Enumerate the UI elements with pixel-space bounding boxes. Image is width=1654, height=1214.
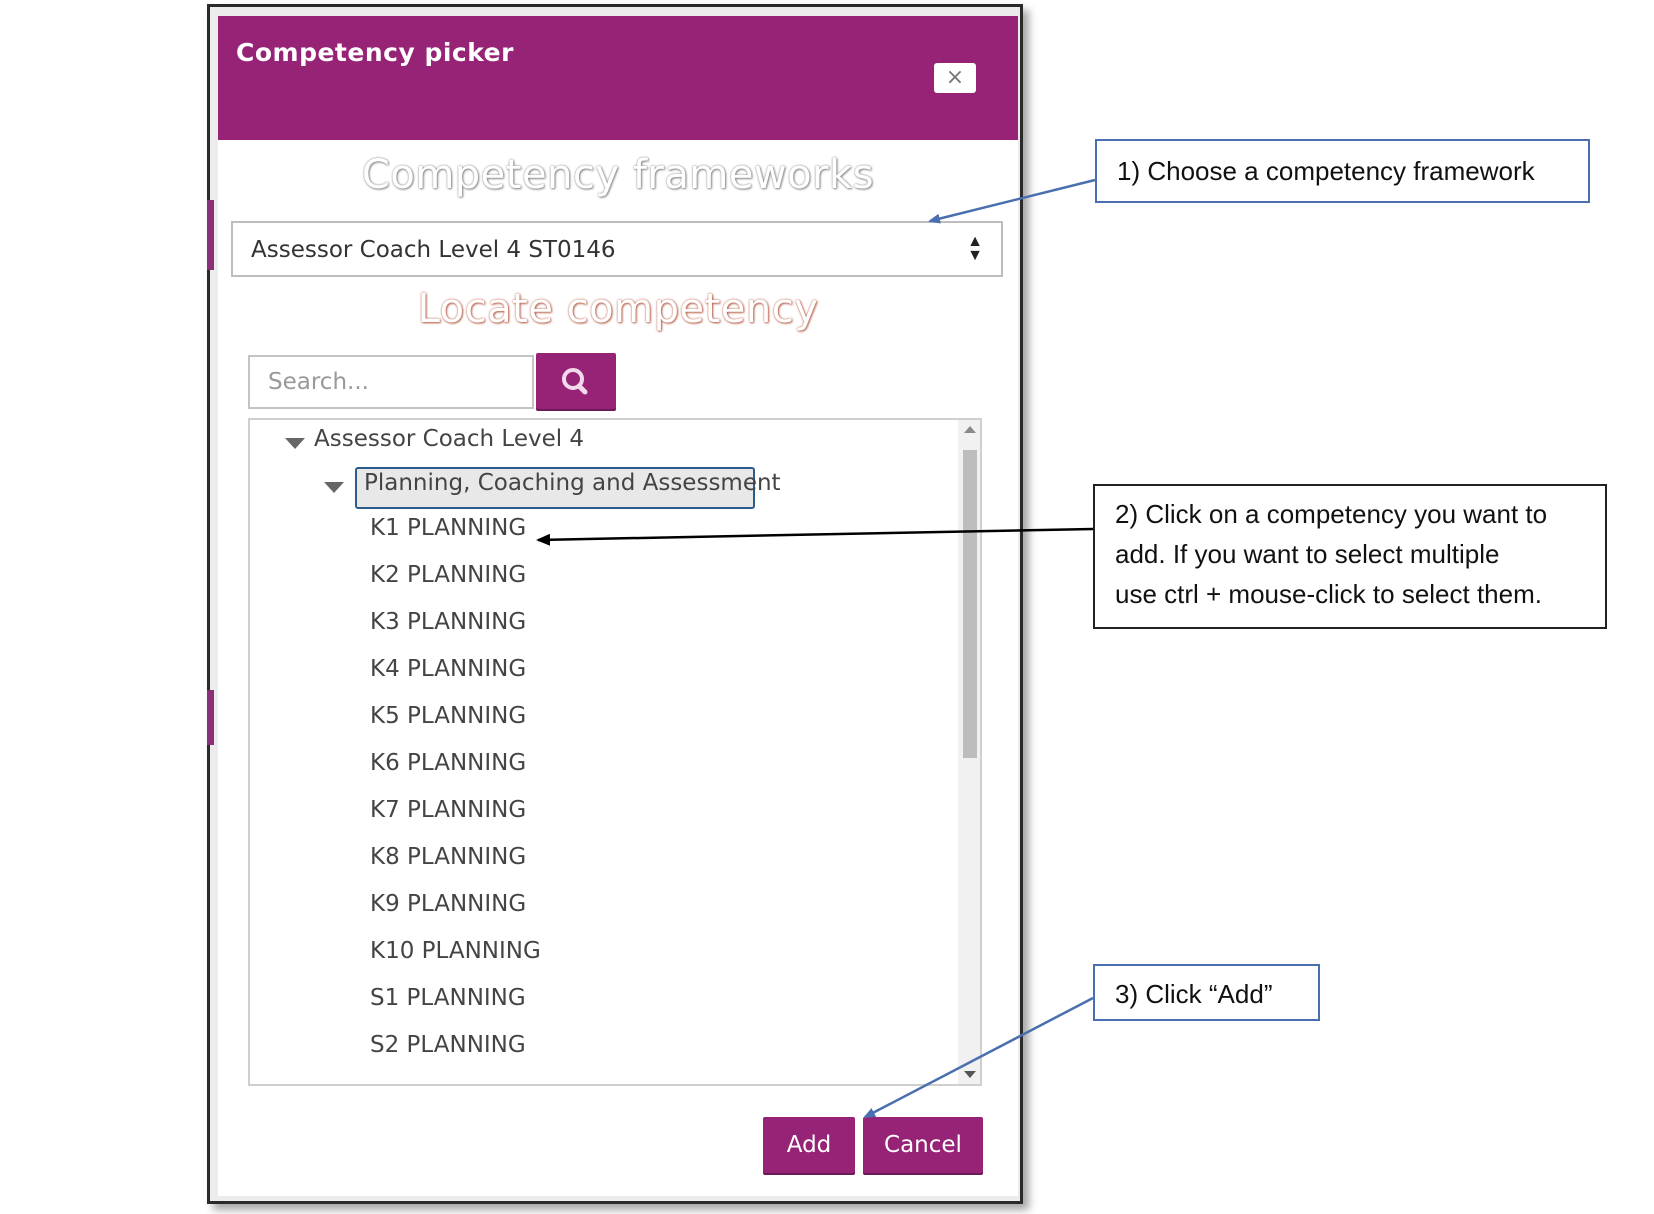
arrow-to-framework-select [928, 178, 1096, 224]
arrow-to-add-button [863, 996, 1094, 1119]
callout-arrows [536, 178, 1096, 1119]
arrow-to-k1-item [536, 527, 1094, 546]
